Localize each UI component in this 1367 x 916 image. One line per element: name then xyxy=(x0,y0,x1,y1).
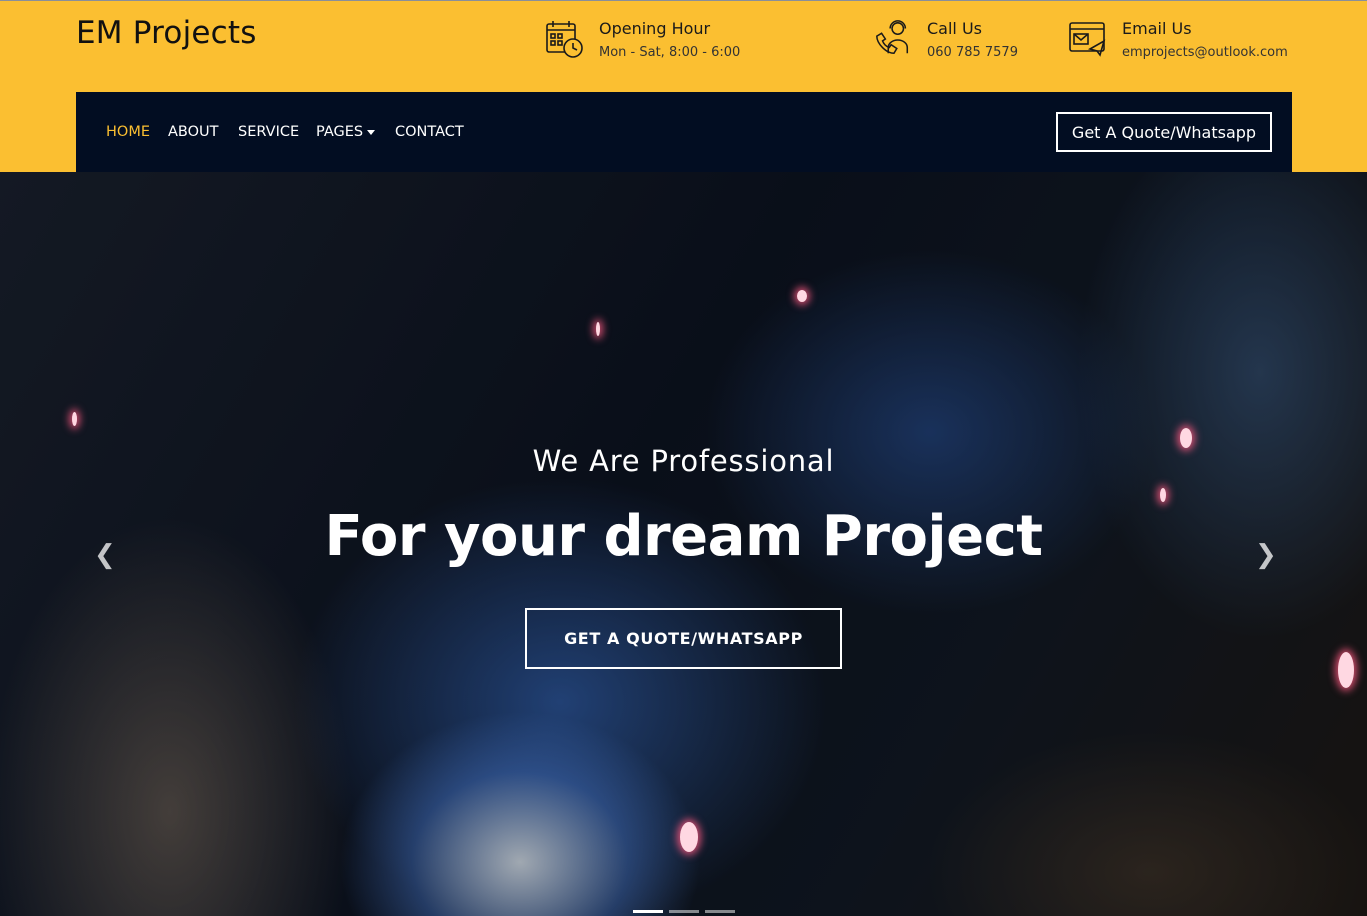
hero-carousel: We Are Professional For your dream Proje… xyxy=(0,172,1367,916)
nav-about[interactable]: ABOUT xyxy=(168,124,219,140)
call-us-info: Call Us 060 785 7579 xyxy=(873,17,1018,61)
email-us-title: Email Us xyxy=(1122,19,1192,38)
chevron-right-icon[interactable]: ❯ xyxy=(1255,542,1277,568)
spark xyxy=(1160,488,1166,502)
nav-home[interactable]: HOME xyxy=(106,124,150,140)
spark xyxy=(1338,652,1354,688)
hero-quote-button[interactable]: GET A QUOTE/WHATSAPP xyxy=(525,608,842,669)
nav-pages-dropdown[interactable]: PAGES xyxy=(316,124,376,140)
call-us-value[interactable]: 060 785 7579 xyxy=(927,45,1018,60)
caret-down-icon xyxy=(367,129,376,135)
spark xyxy=(797,290,807,302)
support-agent-icon xyxy=(873,17,913,61)
call-us-title: Call Us xyxy=(927,19,982,38)
brand-logo-text[interactable]: EM Projects xyxy=(76,15,257,51)
carousel-indicator-3[interactable] xyxy=(705,910,735,913)
email-us-info: Email Us emprojects@outlook.com xyxy=(1068,17,1288,61)
nav-service[interactable]: SERVICE xyxy=(238,124,299,140)
opening-hour-info: Opening Hour Mon - Sat, 8:00 - 6:00 xyxy=(545,17,740,61)
get-quote-button[interactable]: Get A Quote/Whatsapp xyxy=(1056,112,1272,152)
hero-title: For your dream Project xyxy=(324,504,1043,569)
nav-pages-label: PAGES xyxy=(316,124,364,140)
main-navbar: HOME ABOUT SERVICE PAGES CONTACT Get A Q… xyxy=(76,92,1292,173)
top-header: EM Projects Opening Hour Mon - Sat, 8:00… xyxy=(0,0,1367,173)
spark xyxy=(72,412,77,426)
calendar-clock-icon xyxy=(545,17,585,61)
carousel-indicators xyxy=(633,910,735,913)
email-us-value[interactable]: emprojects@outlook.com xyxy=(1122,45,1288,60)
hero-subtitle: We Are Professional xyxy=(532,444,835,478)
opening-hour-title: Opening Hour xyxy=(599,19,711,38)
spark xyxy=(680,822,698,852)
email-send-icon xyxy=(1068,17,1108,61)
spark xyxy=(596,322,600,336)
nav-contact[interactable]: CONTACT xyxy=(395,124,464,140)
chevron-left-icon[interactable]: ❮ xyxy=(94,542,116,568)
opening-hour-value: Mon - Sat, 8:00 - 6:00 xyxy=(599,45,741,60)
carousel-indicator-1[interactable] xyxy=(633,910,663,913)
carousel-indicator-2[interactable] xyxy=(669,910,699,913)
